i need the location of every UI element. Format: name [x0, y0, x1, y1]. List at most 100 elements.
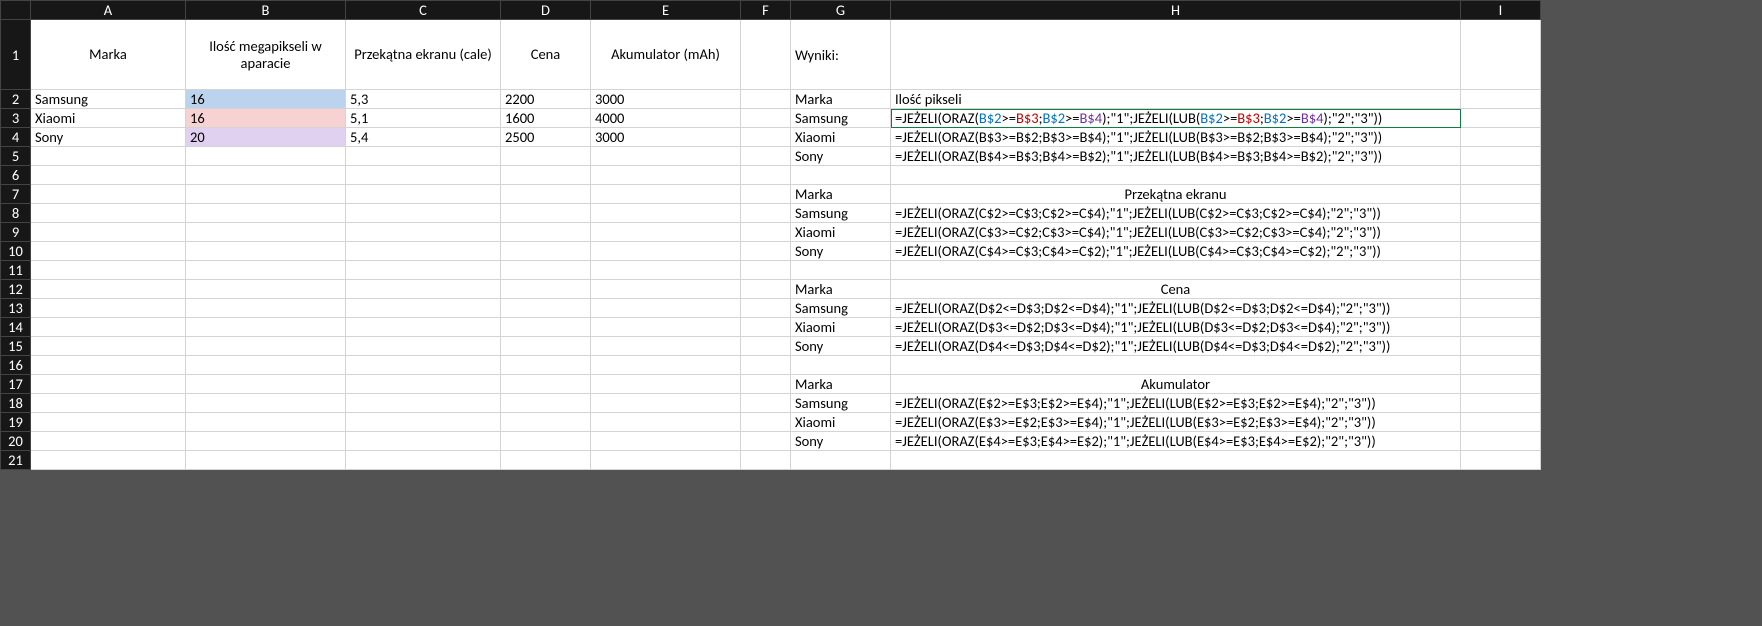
cell-I13[interactable]	[1461, 299, 1541, 318]
cell-B13[interactable]	[186, 299, 346, 318]
row-header-2[interactable]: 2	[1, 90, 31, 109]
cell-A16[interactable]	[31, 356, 186, 375]
cell-F14[interactable]	[741, 318, 791, 337]
row-20[interactable]: 20Sony=JEŻELI(ORAZ(E$4>=E$3;E$4>=E$2);"1…	[1, 432, 1541, 451]
cell-I9[interactable]	[1461, 223, 1541, 242]
column-header-row[interactable]: A B C D E F G H I	[1, 1, 1541, 20]
cell-I17[interactable]	[1461, 375, 1541, 394]
row-header-7[interactable]: 7	[1, 185, 31, 204]
spreadsheet[interactable]: A B C D E F G H I 1MarkaIlość megapiksel…	[0, 0, 1541, 470]
cell-F18[interactable]	[741, 394, 791, 413]
cell-I7[interactable]	[1461, 185, 1541, 204]
col-header-F[interactable]: F	[741, 1, 791, 20]
cell-G20[interactable]: Sony	[791, 432, 891, 451]
row-9[interactable]: 9Xiaomi=JEŻELI(ORAZ(C$3>=C$2;C$3>=C$4);"…	[1, 223, 1541, 242]
cell-F12[interactable]	[741, 280, 791, 299]
cell-A4[interactable]: Sony	[31, 128, 186, 147]
row-10[interactable]: 10Sony=JEŻELI(ORAZ(C$4>=C$3;C$4>=C$2);"1…	[1, 242, 1541, 261]
cell-F9[interactable]	[741, 223, 791, 242]
row-17[interactable]: 17MarkaAkumulator	[1, 375, 1541, 394]
row-5[interactable]: 5Sony=JEŻELI(ORAZ(B$4>=B$3;B$4>=B$2);"1"…	[1, 147, 1541, 166]
row-1[interactable]: 1MarkaIlość megapikseli w aparaciePrzeką…	[1, 20, 1541, 90]
cell-H17[interactable]: Akumulator	[891, 375, 1461, 394]
cell-H5[interactable]: =JEŻELI(ORAZ(B$4>=B$3;B$4>=B$2);"1";JEŻE…	[891, 147, 1461, 166]
cell-H9[interactable]: =JEŻELI(ORAZ(C$3>=C$2;C$3>=C$4);"1";JEŻE…	[891, 223, 1461, 242]
row-header-8[interactable]: 8	[1, 204, 31, 223]
cell-D3[interactable]: 1600	[501, 109, 591, 128]
cell-F21[interactable]	[741, 451, 791, 470]
cell-F2[interactable]	[741, 90, 791, 109]
cell-H21[interactable]	[891, 451, 1461, 470]
cell-A18[interactable]	[31, 394, 186, 413]
cell-E6[interactable]	[591, 166, 741, 185]
row-header-9[interactable]: 9	[1, 223, 31, 242]
row-7[interactable]: 7MarkaPrzekątna ekranu	[1, 185, 1541, 204]
cell-I11[interactable]	[1461, 261, 1541, 280]
cell-E11[interactable]	[591, 261, 741, 280]
col-header-E[interactable]: E	[591, 1, 741, 20]
cell-F20[interactable]	[741, 432, 791, 451]
row-header-18[interactable]: 18	[1, 394, 31, 413]
row-4[interactable]: 4Sony205,425003000Xiaomi=JEŻELI(ORAZ(B$3…	[1, 128, 1541, 147]
row-19[interactable]: 19Xiaomi=JEŻELI(ORAZ(E$3>=E$2;E$3>=E$4);…	[1, 413, 1541, 432]
cell-E4[interactable]: 3000	[591, 128, 741, 147]
cell-G12[interactable]: Marka	[791, 280, 891, 299]
cell-H13[interactable]: =JEŻELI(ORAZ(D$2<=D$3;D$2<=D$4);"1";JEŻE…	[891, 299, 1461, 318]
cell-A17[interactable]	[31, 375, 186, 394]
cell-B1[interactable]: Ilość megapikseli w aparacie	[186, 20, 346, 90]
cell-C4[interactable]: 5,4	[346, 128, 501, 147]
row-11[interactable]: 11	[1, 261, 1541, 280]
cell-H3-active[interactable]: =JEŻELI(ORAZ(B$2>=B$3;B$2>=B$4);"1";JEŻE…	[891, 109, 1461, 128]
cell-A6[interactable]	[31, 166, 186, 185]
cell-A12[interactable]	[31, 280, 186, 299]
cell-F11[interactable]	[741, 261, 791, 280]
cell-E14[interactable]	[591, 318, 741, 337]
cell-I18[interactable]	[1461, 394, 1541, 413]
cell-B21[interactable]	[186, 451, 346, 470]
cell-D5[interactable]	[501, 147, 591, 166]
cell-G8[interactable]: Samsung	[791, 204, 891, 223]
cell-D9[interactable]	[501, 223, 591, 242]
cell-F16[interactable]	[741, 356, 791, 375]
select-all-corner[interactable]	[1, 1, 31, 20]
cell-B3[interactable]: 16	[186, 109, 346, 128]
cell-H2[interactable]: Ilość pikseli	[891, 90, 1461, 109]
cell-I2[interactable]	[1461, 90, 1541, 109]
row-header-1[interactable]: 1	[1, 20, 31, 90]
row-header-19[interactable]: 19	[1, 413, 31, 432]
cell-G5[interactable]: Sony	[791, 147, 891, 166]
cell-C9[interactable]	[346, 223, 501, 242]
cell-D7[interactable]	[501, 185, 591, 204]
cell-B5[interactable]	[186, 147, 346, 166]
cell-D14[interactable]	[501, 318, 591, 337]
row-2[interactable]: 2Samsung165,322003000MarkaIlość pikseli	[1, 90, 1541, 109]
cell-E12[interactable]	[591, 280, 741, 299]
cell-G17[interactable]: Marka	[791, 375, 891, 394]
cell-E10[interactable]	[591, 242, 741, 261]
cell-C19[interactable]	[346, 413, 501, 432]
cell-F10[interactable]	[741, 242, 791, 261]
cell-C10[interactable]	[346, 242, 501, 261]
cell-A3[interactable]: Xiaomi	[31, 109, 186, 128]
cell-C11[interactable]	[346, 261, 501, 280]
cell-A2[interactable]: Samsung	[31, 90, 186, 109]
cell-I15[interactable]	[1461, 337, 1541, 356]
cell-H4[interactable]: =JEŻELI(ORAZ(B$3>=B$2;B$3>=B$4);"1";JEŻE…	[891, 128, 1461, 147]
cell-B7[interactable]	[186, 185, 346, 204]
cell-G11[interactable]	[791, 261, 891, 280]
cell-E21[interactable]	[591, 451, 741, 470]
cell-B18[interactable]	[186, 394, 346, 413]
cell-I14[interactable]	[1461, 318, 1541, 337]
cell-G10[interactable]: Sony	[791, 242, 891, 261]
cell-E3[interactable]: 4000	[591, 109, 741, 128]
cell-F6[interactable]	[741, 166, 791, 185]
row-8[interactable]: 8Samsung=JEŻELI(ORAZ(C$2>=C$3;C$2>=C$4);…	[1, 204, 1541, 223]
cell-E1[interactable]: Akumulator (mAh)	[591, 20, 741, 90]
cell-H14[interactable]: =JEŻELI(ORAZ(D$3<=D$2;D$3<=D$4);"1";JEŻE…	[891, 318, 1461, 337]
cell-B20[interactable]	[186, 432, 346, 451]
cell-I4[interactable]	[1461, 128, 1541, 147]
cell-C17[interactable]	[346, 375, 501, 394]
cell-I19[interactable]	[1461, 413, 1541, 432]
row-header-20[interactable]: 20	[1, 432, 31, 451]
cell-E2[interactable]: 3000	[591, 90, 741, 109]
